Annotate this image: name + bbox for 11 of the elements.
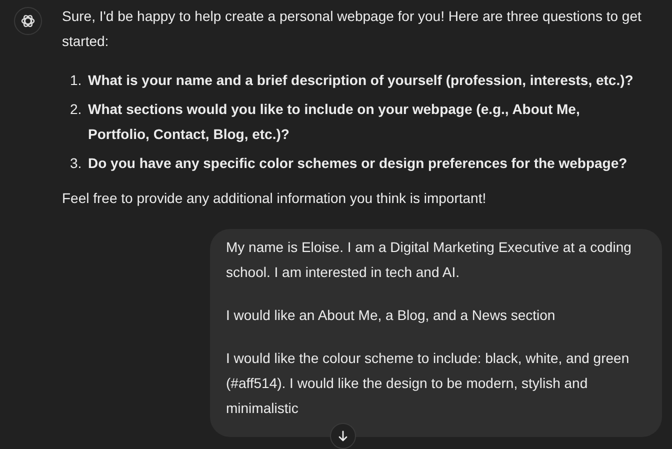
message-text: I would like an About Me, a Blog, and a News section [226, 306, 556, 325]
message-text: Sure, I'd be happy to help create a personal webpage for you! Here are three questions to get started: [62, 7, 642, 51]
question-text: What is your name and a brief description of yourself (profession, interests, etc.)? [88, 71, 634, 90]
list-number: 2. [70, 100, 83, 119]
question-text: Do you have any specific color schemes or design preferences for the webpage? [88, 154, 628, 173]
message-text: I would like the colour scheme to include: black, white, and green (#aff514). I would like the design to be modern, stylish and minimalistic [226, 349, 630, 418]
list-number: 3. [70, 154, 83, 173]
question-text: What sections would you like to include on your webpage (e.g., About Me, Portfolio, Contact, Blog, etc.)? [88, 100, 581, 144]
message-text: My name is Eloise. I am a Digital Marketing Executive at a coding school. I am interested in tech and AI. [226, 238, 632, 282]
message-text: Feel free to provide any additional information you think is important! [62, 189, 488, 208]
list-number: 1. [70, 71, 83, 90]
